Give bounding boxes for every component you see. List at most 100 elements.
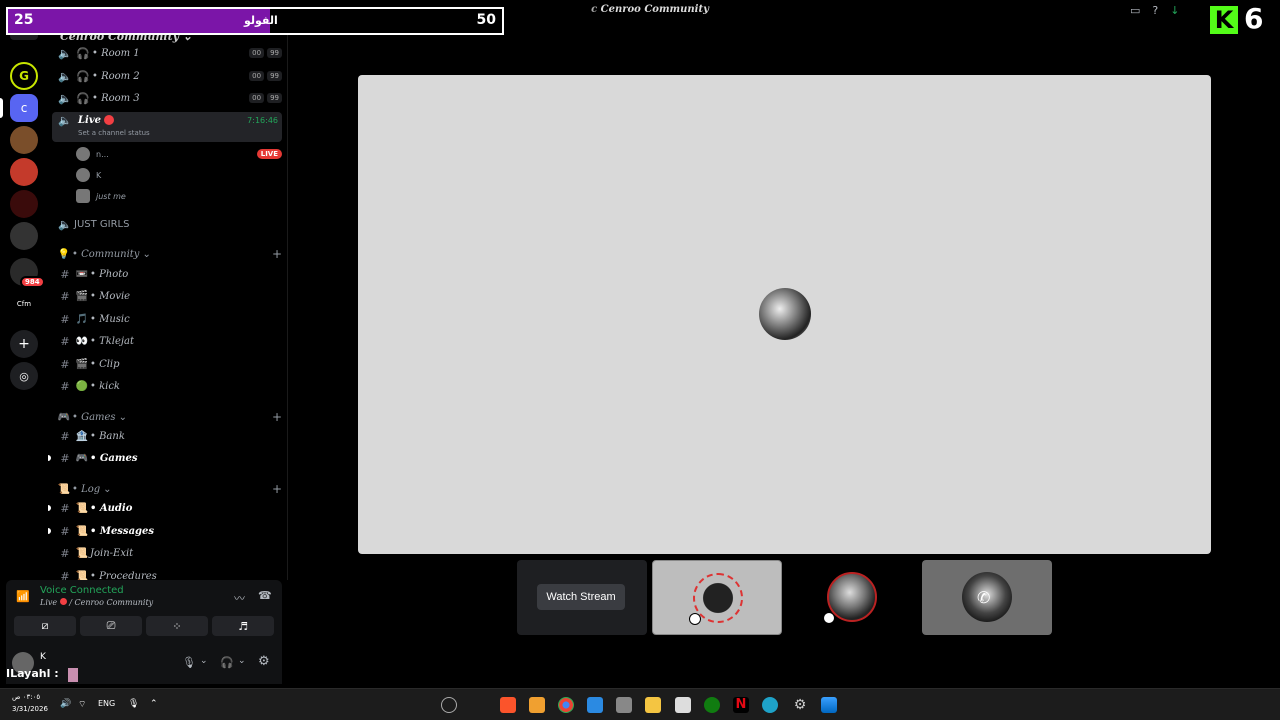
avatar bbox=[76, 147, 90, 161]
title-bar-icons: ▭ ? ↓ bbox=[1130, 4, 1179, 17]
photos-icon[interactable] bbox=[587, 697, 603, 713]
chevron-down-icon[interactable]: ⌄ bbox=[238, 656, 246, 666]
voice-channel-just-girls[interactable]: 🔈 JUST GIRLS bbox=[56, 213, 282, 235]
lightbulb-icon: 💡 bbox=[57, 248, 71, 260]
soundboard-button[interactable]: ♬ bbox=[212, 616, 274, 636]
discord-app: G c 984 Cfm + ◎ Cenroo Community ⌄ 🔈 🎧 • … bbox=[0, 0, 1280, 688]
follower-goal-overlay: 25 الفولو 50 bbox=[6, 7, 504, 35]
start-windows-icon[interactable] bbox=[821, 697, 837, 713]
text-channel[interactable]: # 🎬 • Clip bbox=[56, 353, 282, 375]
server-icon-cfm[interactable]: Cfm bbox=[10, 290, 38, 318]
voice-channel-room1[interactable]: 🔈 🎧 • Room 1 00 99 bbox=[56, 42, 282, 64]
help-icon[interactable]: ? bbox=[1152, 4, 1158, 17]
voice-location[interactable]: Live / Cenroo Community bbox=[40, 598, 153, 607]
wifi-icon[interactable]: ⌔ bbox=[78, 699, 86, 710]
server-icon-cenroo[interactable]: c bbox=[10, 94, 38, 122]
voice-user[interactable]: just me bbox=[76, 186, 282, 206]
username[interactable]: K bbox=[40, 652, 46, 662]
text-channel[interactable]: # 🎬 • Movie bbox=[56, 285, 282, 307]
text-channel[interactable]: # 🎮 • Games bbox=[56, 447, 282, 469]
text-channel[interactable]: # 👀 • Tklejat bbox=[56, 330, 282, 352]
disconnect-icon[interactable]: ☎ bbox=[258, 589, 272, 602]
windows-taskbar: ٠٣:٠٥ ص 3/31/2026 🔊 ⌔ ENG 🎙 ⌃ N ⚙ bbox=[0, 688, 1280, 720]
edge-icon[interactable] bbox=[762, 697, 778, 713]
discover-icon[interactable]: ◎ bbox=[10, 362, 38, 390]
voice-channel-live[interactable]: 🔈 Live 7:16:46 Set a channel status bbox=[52, 112, 282, 142]
chevron-up-icon[interactable]: ⌃ bbox=[150, 699, 158, 709]
avatar bbox=[693, 573, 743, 623]
add-channel-icon[interactable]: + bbox=[272, 247, 282, 261]
activities-button[interactable]: ⁘ bbox=[146, 616, 208, 636]
channel-status[interactable]: Set a channel status bbox=[78, 129, 150, 137]
voice-channel-room3[interactable]: 🔈 🎧 • Room 3 00 99 bbox=[56, 87, 282, 109]
server-icon-g[interactable]: G bbox=[10, 62, 38, 90]
text-channel[interactable]: # 📜 • Audio bbox=[56, 497, 282, 519]
screen-share-button[interactable]: ⎚ bbox=[80, 616, 142, 636]
add-server-icon[interactable]: + bbox=[10, 330, 38, 358]
chrome-icon[interactable] bbox=[558, 697, 574, 713]
text-channel[interactable]: # 📜 • Procedures bbox=[56, 565, 282, 581]
live-badge: LIVE bbox=[256, 149, 282, 159]
add-channel-icon[interactable]: + bbox=[272, 410, 282, 424]
headphones-icon[interactable]: 🎧 bbox=[220, 656, 234, 669]
participant-tile[interactable] bbox=[787, 560, 917, 635]
camera-off-button[interactable]: ⧄ bbox=[14, 616, 76, 636]
noise-suppression-icon[interactable]: 〰 bbox=[234, 590, 245, 606]
microphone-icon[interactable]: 🎙 bbox=[128, 699, 139, 709]
participant-tile[interactable]: ✆ bbox=[922, 560, 1052, 635]
settings-gear-icon[interactable]: ⚙ bbox=[792, 697, 808, 713]
discord-logo-icon: c bbox=[591, 4, 601, 15]
hash-icon: # bbox=[60, 524, 70, 538]
store-icon[interactable] bbox=[675, 697, 691, 713]
clock-time[interactable]: ٠٣:٠٥ ص bbox=[12, 693, 40, 701]
stream-tile[interactable]: Watch Stream bbox=[517, 560, 647, 635]
voice-connected-label[interactable]: Voice Connected bbox=[40, 585, 124, 596]
category-community[interactable]: 💡 • Community ⌄ + bbox=[56, 243, 282, 265]
follower-label: الفولو bbox=[244, 14, 278, 27]
user-panel: K ILayahl : 🎙 ⌄ 🎧 ⌄ ⚙ bbox=[6, 644, 282, 684]
follower-goal: 50 bbox=[476, 12, 496, 28]
inbox-icon[interactable]: ▭ bbox=[1130, 4, 1140, 17]
xbox-icon[interactable] bbox=[704, 697, 720, 713]
hash-icon: # bbox=[60, 334, 70, 348]
app-icon[interactable] bbox=[616, 697, 632, 713]
participant-tile[interactable] bbox=[652, 560, 782, 635]
file-explorer-icon[interactable] bbox=[645, 697, 661, 713]
chevron-down-icon[interactable]: ⌄ bbox=[200, 656, 208, 666]
text-channel[interactable]: # 📜 Join-Exit bbox=[56, 542, 282, 564]
voice-user[interactable]: n... LIVE bbox=[76, 144, 282, 164]
text-channel[interactable]: # 🏦 • Bank bbox=[56, 425, 282, 447]
obs-icon[interactable] bbox=[441, 697, 457, 713]
settings-gear-icon[interactable]: ⚙ bbox=[258, 654, 270, 669]
volume-icon[interactable]: 🔊 bbox=[60, 699, 71, 709]
chrome-canary-icon[interactable] bbox=[529, 697, 545, 713]
server-icon-dark[interactable] bbox=[10, 190, 38, 218]
text-channel[interactable]: # 🎵 • Music bbox=[56, 308, 282, 330]
deafened-icon bbox=[689, 613, 701, 625]
server-icon-text[interactable] bbox=[10, 222, 38, 250]
download-icon[interactable]: ↓ bbox=[1170, 4, 1179, 17]
speaker-icon: 🔈 bbox=[58, 69, 72, 83]
text-channel[interactable]: # 📼 • Photo bbox=[56, 263, 282, 285]
text-channel[interactable]: # 🟢 • kick bbox=[56, 375, 282, 397]
stream-stage[interactable] bbox=[358, 75, 1211, 554]
gamepad-icon: 🎮 bbox=[57, 411, 71, 423]
netflix-icon[interactable]: N bbox=[733, 697, 749, 713]
server-icon-minecraft[interactable] bbox=[10, 126, 38, 154]
unread-indicator bbox=[48, 528, 51, 534]
voice-channel-room2[interactable]: 🔈 🎧 • Room 2 00 99 bbox=[56, 65, 282, 87]
watch-stream-button[interactable]: Watch Stream bbox=[537, 584, 625, 610]
avatar bbox=[76, 168, 90, 182]
language-indicator[interactable]: ENG bbox=[98, 699, 115, 708]
signal-icon[interactable]: 📶 bbox=[16, 590, 30, 603]
brave-icon[interactable] bbox=[500, 697, 516, 713]
server-icon-anime[interactable] bbox=[10, 158, 38, 186]
clock-date[interactable]: 3/31/2026 bbox=[12, 705, 48, 713]
text-channel[interactable]: # 📜 • Messages bbox=[56, 520, 282, 542]
voice-user[interactable]: K bbox=[76, 165, 282, 185]
add-channel-icon[interactable]: + bbox=[272, 482, 282, 496]
speaker-icon: 🔈 bbox=[58, 217, 72, 231]
hash-icon: # bbox=[60, 357, 70, 371]
hash-icon: # bbox=[60, 546, 70, 560]
microphone-icon[interactable]: 🎙 bbox=[182, 656, 196, 669]
